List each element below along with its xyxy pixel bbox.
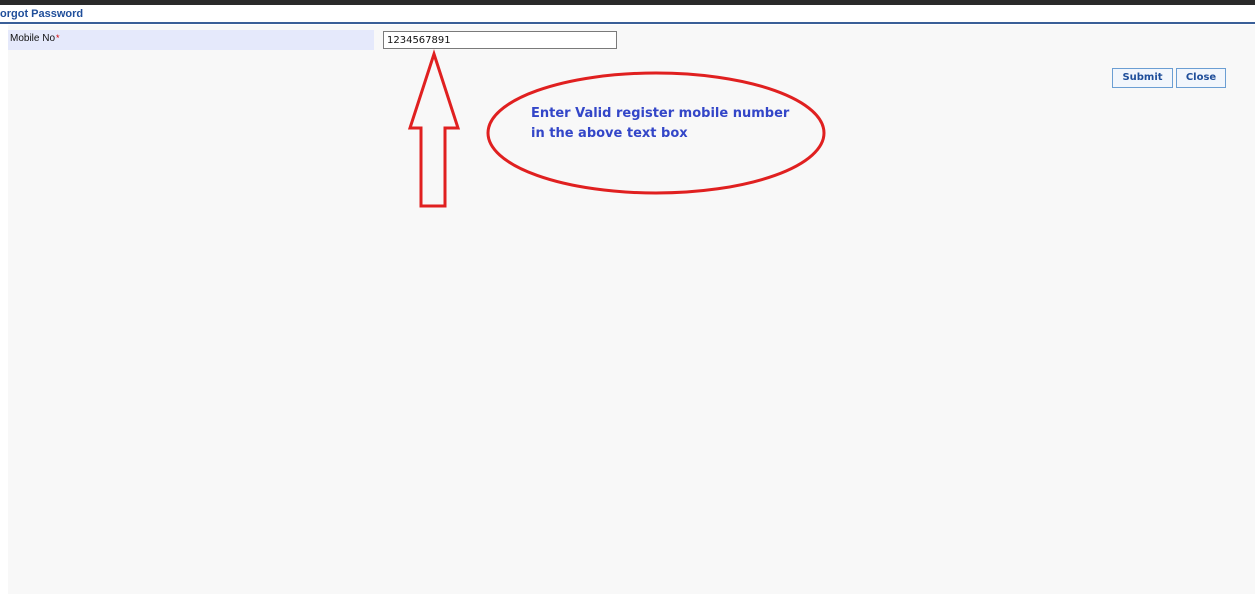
submit-button[interactable]: Submit	[1112, 68, 1173, 88]
annotation-note: Enter Valid register mobile number in th…	[531, 106, 790, 141]
close-button[interactable]: Close	[1176, 68, 1226, 88]
mobile-label-row: Mobile No*	[8, 30, 374, 50]
mobile-label: Mobile No*	[10, 33, 60, 44]
mobile-number-input[interactable]	[383, 31, 617, 49]
mobile-label-text: Mobile No	[10, 33, 56, 44]
page-title: orgot Password	[0, 8, 84, 20]
required-marker: *	[56, 33, 60, 43]
left-edge	[0, 5, 8, 594]
window-top-bar	[0, 0, 1255, 5]
title-divider	[0, 22, 1255, 24]
forgot-password-window: orgot Password Mobile No* Submit Close E…	[0, 0, 1255, 594]
